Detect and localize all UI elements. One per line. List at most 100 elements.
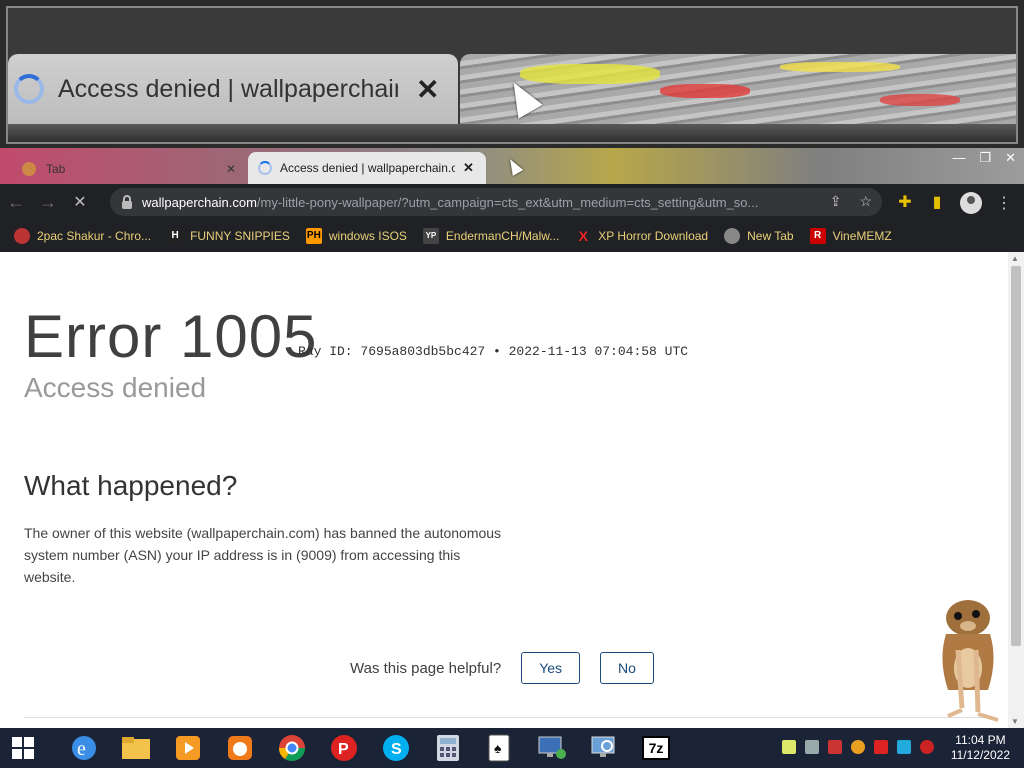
feedback-section: Was this page helpful? Yes No	[350, 652, 654, 684]
bookmark-label: EndermanCH/Malw...	[445, 229, 560, 243]
minimize-button[interactable]: —	[952, 150, 965, 166]
svg-text:P: P	[338, 741, 349, 758]
access-denied-subtitle: Access denied	[24, 372, 207, 403]
taskbar-clock[interactable]: 11:04 PM 11/12/2022	[951, 733, 1010, 763]
url-path: /my-little-pony-wallpaper/?utm_campaign=…	[256, 194, 759, 210]
tray-volume-icon[interactable]	[920, 740, 934, 754]
tab-inactive[interactable]: Tab ✕	[18, 154, 246, 184]
scroll-up-icon[interactable]: ▲	[1011, 254, 1019, 263]
error-code-heading: Error 1005	[24, 303, 318, 370]
system-tray	[782, 740, 934, 754]
tray-app-icon[interactable]	[805, 740, 819, 754]
media-player-icon[interactable]	[162, 728, 214, 768]
magnifier-window: Access denied | wallpaperchain.c ✕	[0, 0, 1024, 148]
chrome-icon[interactable]	[266, 728, 318, 768]
tray-network-icon[interactable]	[897, 740, 911, 754]
bookmark-windows-isos[interactable]: PH windows ISOS	[305, 228, 407, 244]
tray-search-icon[interactable]	[851, 740, 865, 754]
window-controls: — ❐ ✕	[952, 150, 1016, 166]
magnified-toolbar-strip	[8, 124, 1016, 142]
7zip-label: 7z	[642, 736, 670, 760]
7zip-icon[interactable]: 7z	[630, 728, 682, 768]
side-panel-icon[interactable]: ▮	[928, 194, 946, 212]
solitaire-icon[interactable]: ♠	[474, 728, 526, 768]
file-explorer-icon[interactable]	[110, 728, 162, 768]
error-description: The owner of this website (wallpaperchai…	[24, 525, 502, 585]
bookmark-2pac[interactable]: 2pac Shakur - Chro...	[14, 228, 151, 244]
feedback-question: Was this page helpful?	[350, 659, 502, 677]
bookmark-funny-snippies[interactable]: H FUNNY SNIPPIES	[167, 228, 290, 244]
ray-id: Ray ID: 7695a803db5bc427 • 2022-11-13 07…	[298, 344, 689, 359]
bookmark-favicon-icon: X	[578, 228, 588, 244]
calculator-icon[interactable]	[422, 728, 474, 768]
extensions-puzzle-icon[interactable]: ✚	[896, 194, 914, 212]
tab-close-icon[interactable]: ✕	[463, 160, 474, 176]
scrollbar[interactable]: ▲ ▼	[1008, 252, 1024, 728]
tab-label: Access denied | wallpaperchain.c	[280, 161, 455, 175]
bookmark-star-icon[interactable]: ☆	[859, 193, 872, 210]
share-icon[interactable]: ⇪	[830, 193, 842, 210]
bookmarks-bar: 2pac Shakur - Chro... H FUNNY SNIPPIES P…	[0, 220, 1024, 252]
tab-label: Tab	[46, 162, 66, 176]
start-button[interactable]	[0, 728, 46, 768]
forward-button[interactable]: →	[32, 192, 64, 213]
profile-avatar[interactable]	[960, 192, 982, 214]
loading-spinner-icon	[258, 161, 272, 175]
magnified-tab-title: Access denied | wallpaperchain.c	[58, 74, 398, 103]
magnified-wallpaper	[460, 54, 1016, 124]
tab-active[interactable]: Access denied | wallpaperchain.c ✕	[248, 152, 486, 184]
desktop-mascot-icon	[942, 600, 999, 722]
bookmark-new-tab[interactable]: New Tab	[724, 228, 794, 244]
url-host: wallpaperchain.com	[142, 194, 257, 210]
magnifier-frame: Access denied | wallpaperchain.c ✕	[6, 6, 1018, 144]
yes-button[interactable]: Yes	[521, 652, 581, 684]
svg-text:♠: ♠	[494, 740, 502, 756]
close-window-button[interactable]: ✕	[1005, 150, 1016, 166]
uc-browser-icon[interactable]	[214, 728, 266, 768]
no-button[interactable]: No	[600, 652, 654, 684]
bookmark-favicon-icon	[724, 228, 741, 244]
bookmark-favicon-icon: H	[167, 228, 184, 244]
stop-loading-button[interactable]: ✕	[64, 192, 96, 212]
maximize-button[interactable]: ❐	[979, 150, 991, 166]
what-happened-heading: What happened?	[24, 470, 238, 501]
lock-icon[interactable]	[122, 195, 132, 209]
pinball-icon[interactable]: P	[318, 728, 370, 768]
bookmark-favicon-icon: PH	[305, 228, 322, 244]
tab-favicon-icon	[22, 162, 36, 176]
bookmark-label: XP Horror Download	[598, 229, 709, 243]
bookmark-favicon-icon: R	[809, 228, 826, 244]
address-bar-actions: ⇪ ☆	[830, 193, 872, 210]
magnified-tab: Access denied | wallpaperchain.c ✕	[8, 54, 458, 124]
svg-text:S: S	[391, 741, 402, 758]
bookmark-label: VineMEMZ	[832, 229, 892, 243]
address-bar[interactable]: wallpaperchain.com /my-little-pony-wallp…	[110, 188, 882, 216]
bookmark-label: windows ISOS	[328, 229, 407, 243]
tab-close-icon[interactable]: ✕	[226, 162, 236, 176]
clock-date: 11/12/2022	[950, 748, 1010, 762]
skype-icon[interactable]: S	[370, 728, 422, 768]
scroll-thumb[interactable]	[1011, 266, 1021, 646]
network-monitor-icon[interactable]	[578, 728, 630, 768]
loading-spinner-icon	[14, 74, 44, 104]
magnified-close-icon: ✕	[416, 73, 440, 105]
scroll-down-icon[interactable]: ▼	[1011, 717, 1019, 726]
bookmark-label: FUNNY SNIPPIES	[190, 229, 290, 243]
bookmark-endermanch[interactable]: YP EndermanCH/Malw...	[422, 228, 560, 244]
bookmark-label: 2pac Shakur - Chro...	[37, 229, 152, 243]
taskbar: e P S ♠ 7z 11:04 PM 11/12/2022	[0, 728, 1024, 768]
tray-app-icon[interactable]	[828, 740, 842, 754]
browser-toolbar: ← → ✕ wallpaperchain.com /my-little-pony…	[0, 184, 1024, 220]
internet-explorer-icon[interactable]: e	[58, 728, 110, 768]
bookmark-xp-horror[interactable]: X XP Horror Download	[575, 228, 709, 244]
back-button[interactable]: ←	[0, 192, 32, 213]
bookmark-vinememz[interactable]: R VineMEMZ	[809, 228, 892, 244]
bookmark-label: New Tab	[747, 229, 794, 243]
more-menu-icon[interactable]: ⋮	[996, 193, 1012, 213]
svg-text:e: e	[77, 738, 86, 760]
divider	[24, 717, 984, 718]
tray-flag-icon[interactable]	[874, 740, 888, 754]
page-content: Error 1005 Ray ID: 7695a803db5bc427 • 20…	[0, 252, 1008, 728]
tray-app-icon[interactable]	[782, 740, 796, 754]
remote-desktop-icon[interactable]	[526, 728, 578, 768]
